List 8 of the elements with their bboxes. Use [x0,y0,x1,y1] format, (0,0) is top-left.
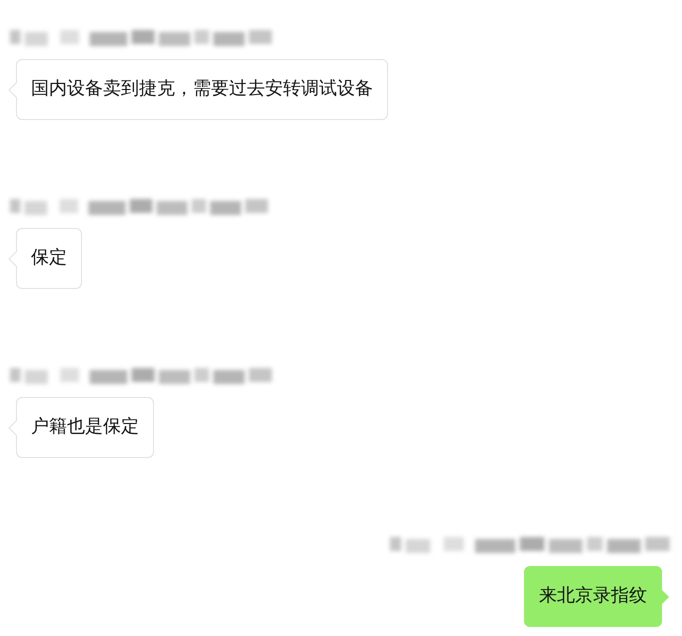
bubble-tail-icon [661,588,670,604]
bubble-tail-icon [8,250,17,266]
message-bubble: 国内设备卖到捷克，需要过去安转调试设备 [16,59,388,120]
message-bubble: 户籍也是保定 [16,397,154,458]
bubble-tail-icon [8,420,17,436]
message-bubble: 来北京录指纹 [524,566,662,627]
message-bubble: 保定 [16,228,82,289]
bubble-tail-icon [8,82,17,98]
